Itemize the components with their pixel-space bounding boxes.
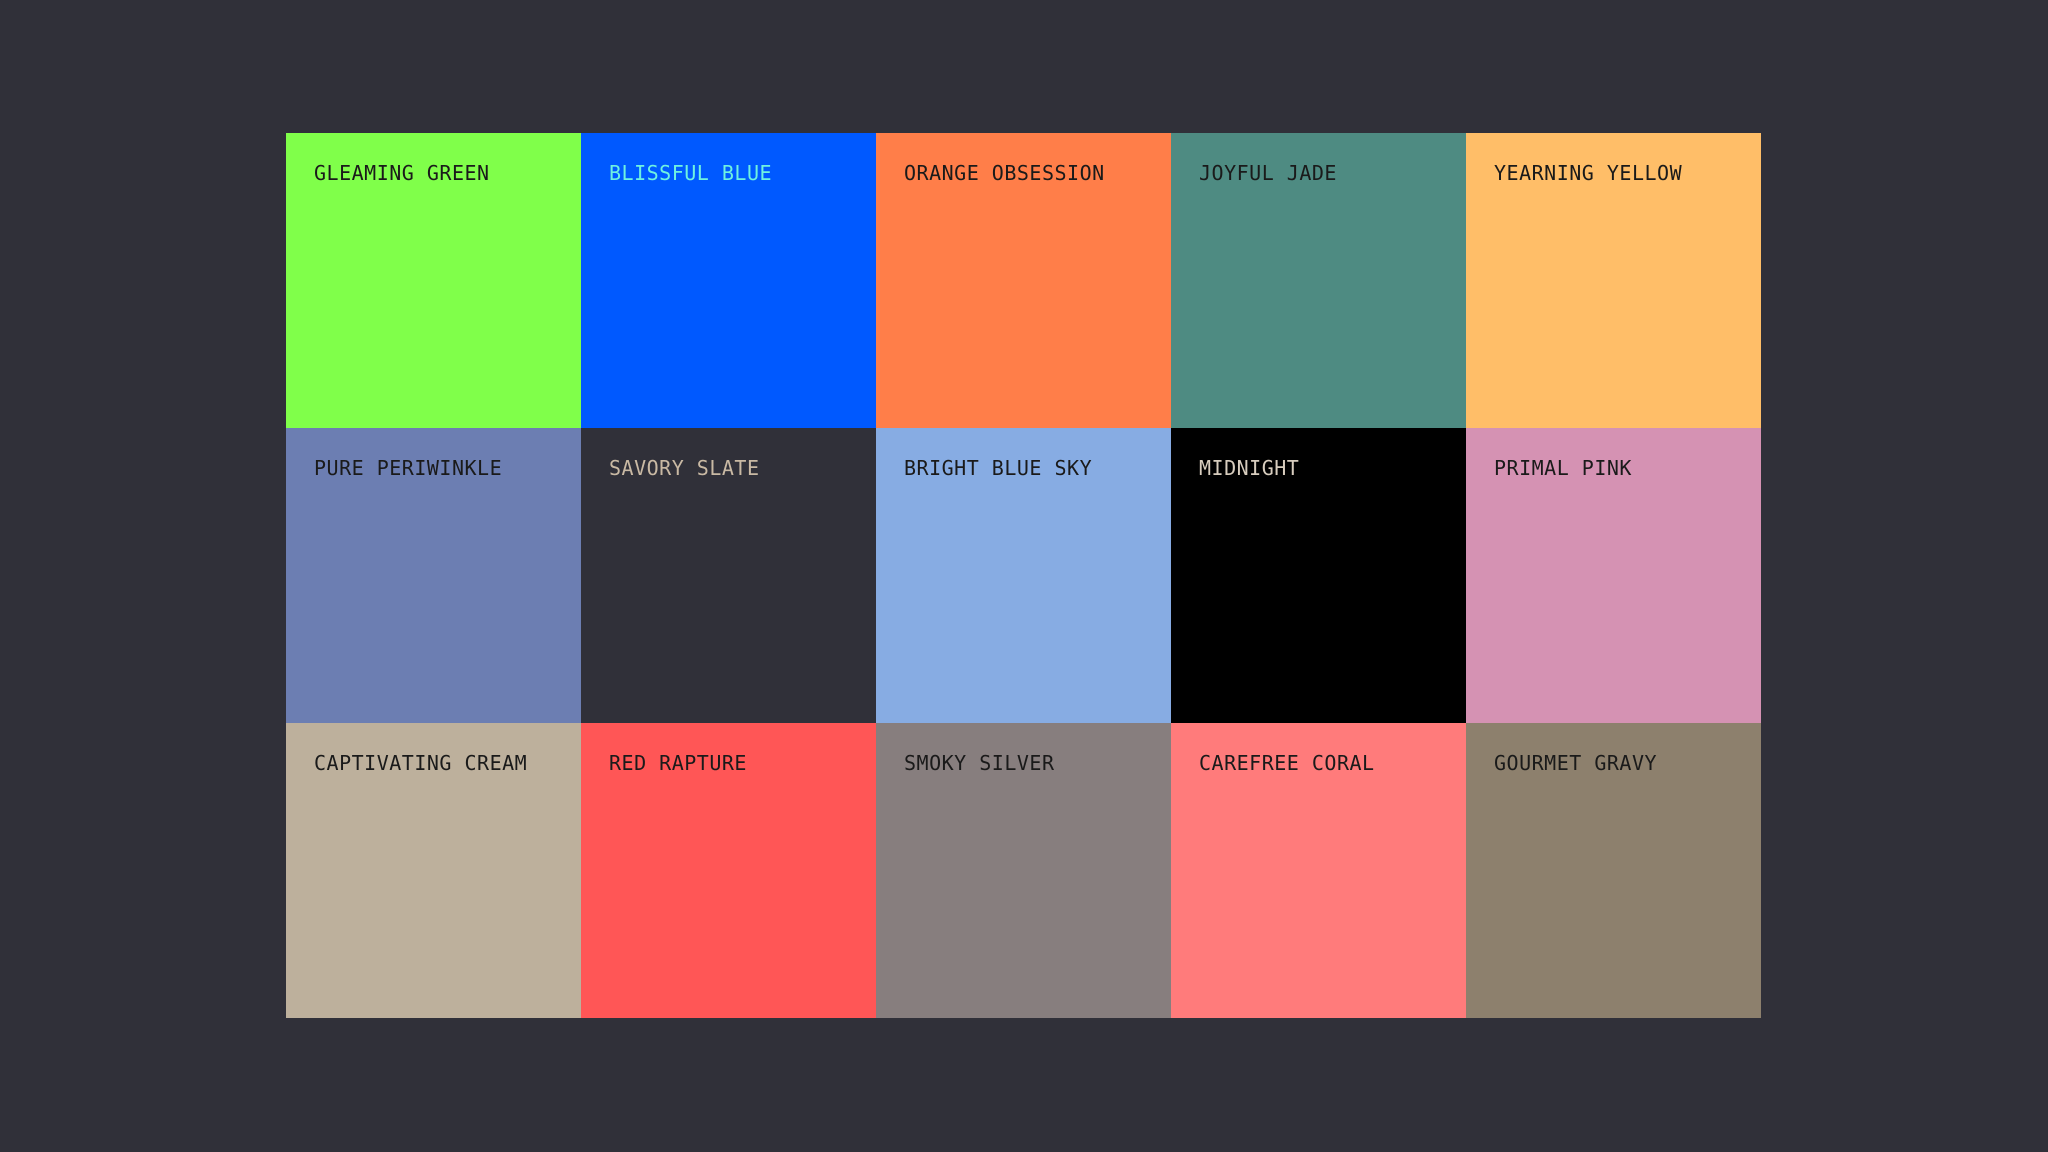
swatch-label: GLEAMING GREEN bbox=[314, 161, 490, 185]
swatch-joyful-jade: JOYFUL JADE bbox=[1171, 133, 1466, 428]
swatch-label: CAPTIVATING CREAM bbox=[314, 751, 528, 775]
swatch-label: SMOKY SILVER bbox=[904, 751, 1055, 775]
swatch-label: BRIGHT BLUE SKY bbox=[904, 456, 1093, 480]
swatch-pure-periwinkle: PURE PERIWINKLE bbox=[286, 428, 581, 723]
swatch-smoky-silver: SMOKY SILVER bbox=[876, 723, 1171, 1018]
swatch-midnight: MIDNIGHT bbox=[1171, 428, 1466, 723]
swatch-yearning-yellow: YEARNING YELLOW bbox=[1466, 133, 1761, 428]
swatch-carefree-coral: CAREFREE CORAL bbox=[1171, 723, 1466, 1018]
swatch-label: PURE PERIWINKLE bbox=[314, 456, 503, 480]
swatch-label: RED RAPTURE bbox=[609, 751, 747, 775]
swatch-blissful-blue: BLISSFUL BLUE bbox=[581, 133, 876, 428]
swatch-label: SAVORY SLATE bbox=[609, 456, 760, 480]
swatch-gleaming-green: GLEAMING GREEN bbox=[286, 133, 581, 428]
swatch-label: JOYFUL JADE bbox=[1199, 161, 1337, 185]
swatch-orange-obsession: ORANGE OBSESSION bbox=[876, 133, 1171, 428]
swatch-savory-slate: SAVORY SLATE bbox=[581, 428, 876, 723]
swatch-label: YEARNING YELLOW bbox=[1494, 161, 1683, 185]
swatch-bright-blue-sky: BRIGHT BLUE SKY bbox=[876, 428, 1171, 723]
swatch-primal-pink: PRIMAL PINK bbox=[1466, 428, 1761, 723]
swatch-captivating-cream: CAPTIVATING CREAM bbox=[286, 723, 581, 1018]
swatch-label: MIDNIGHT bbox=[1199, 456, 1300, 480]
swatch-label: CAREFREE CORAL bbox=[1199, 751, 1375, 775]
swatch-red-rapture: RED RAPTURE bbox=[581, 723, 876, 1018]
swatch-label: ORANGE OBSESSION bbox=[904, 161, 1105, 185]
swatch-label: BLISSFUL BLUE bbox=[609, 161, 773, 185]
swatch-label: PRIMAL PINK bbox=[1494, 456, 1632, 480]
swatch-gourmet-gravy: GOURMET GRAVY bbox=[1466, 723, 1761, 1018]
swatch-label: GOURMET GRAVY bbox=[1494, 751, 1658, 775]
color-palette-grid: GLEAMING GREEN BLISSFUL BLUE ORANGE OBSE… bbox=[286, 133, 1761, 1018]
